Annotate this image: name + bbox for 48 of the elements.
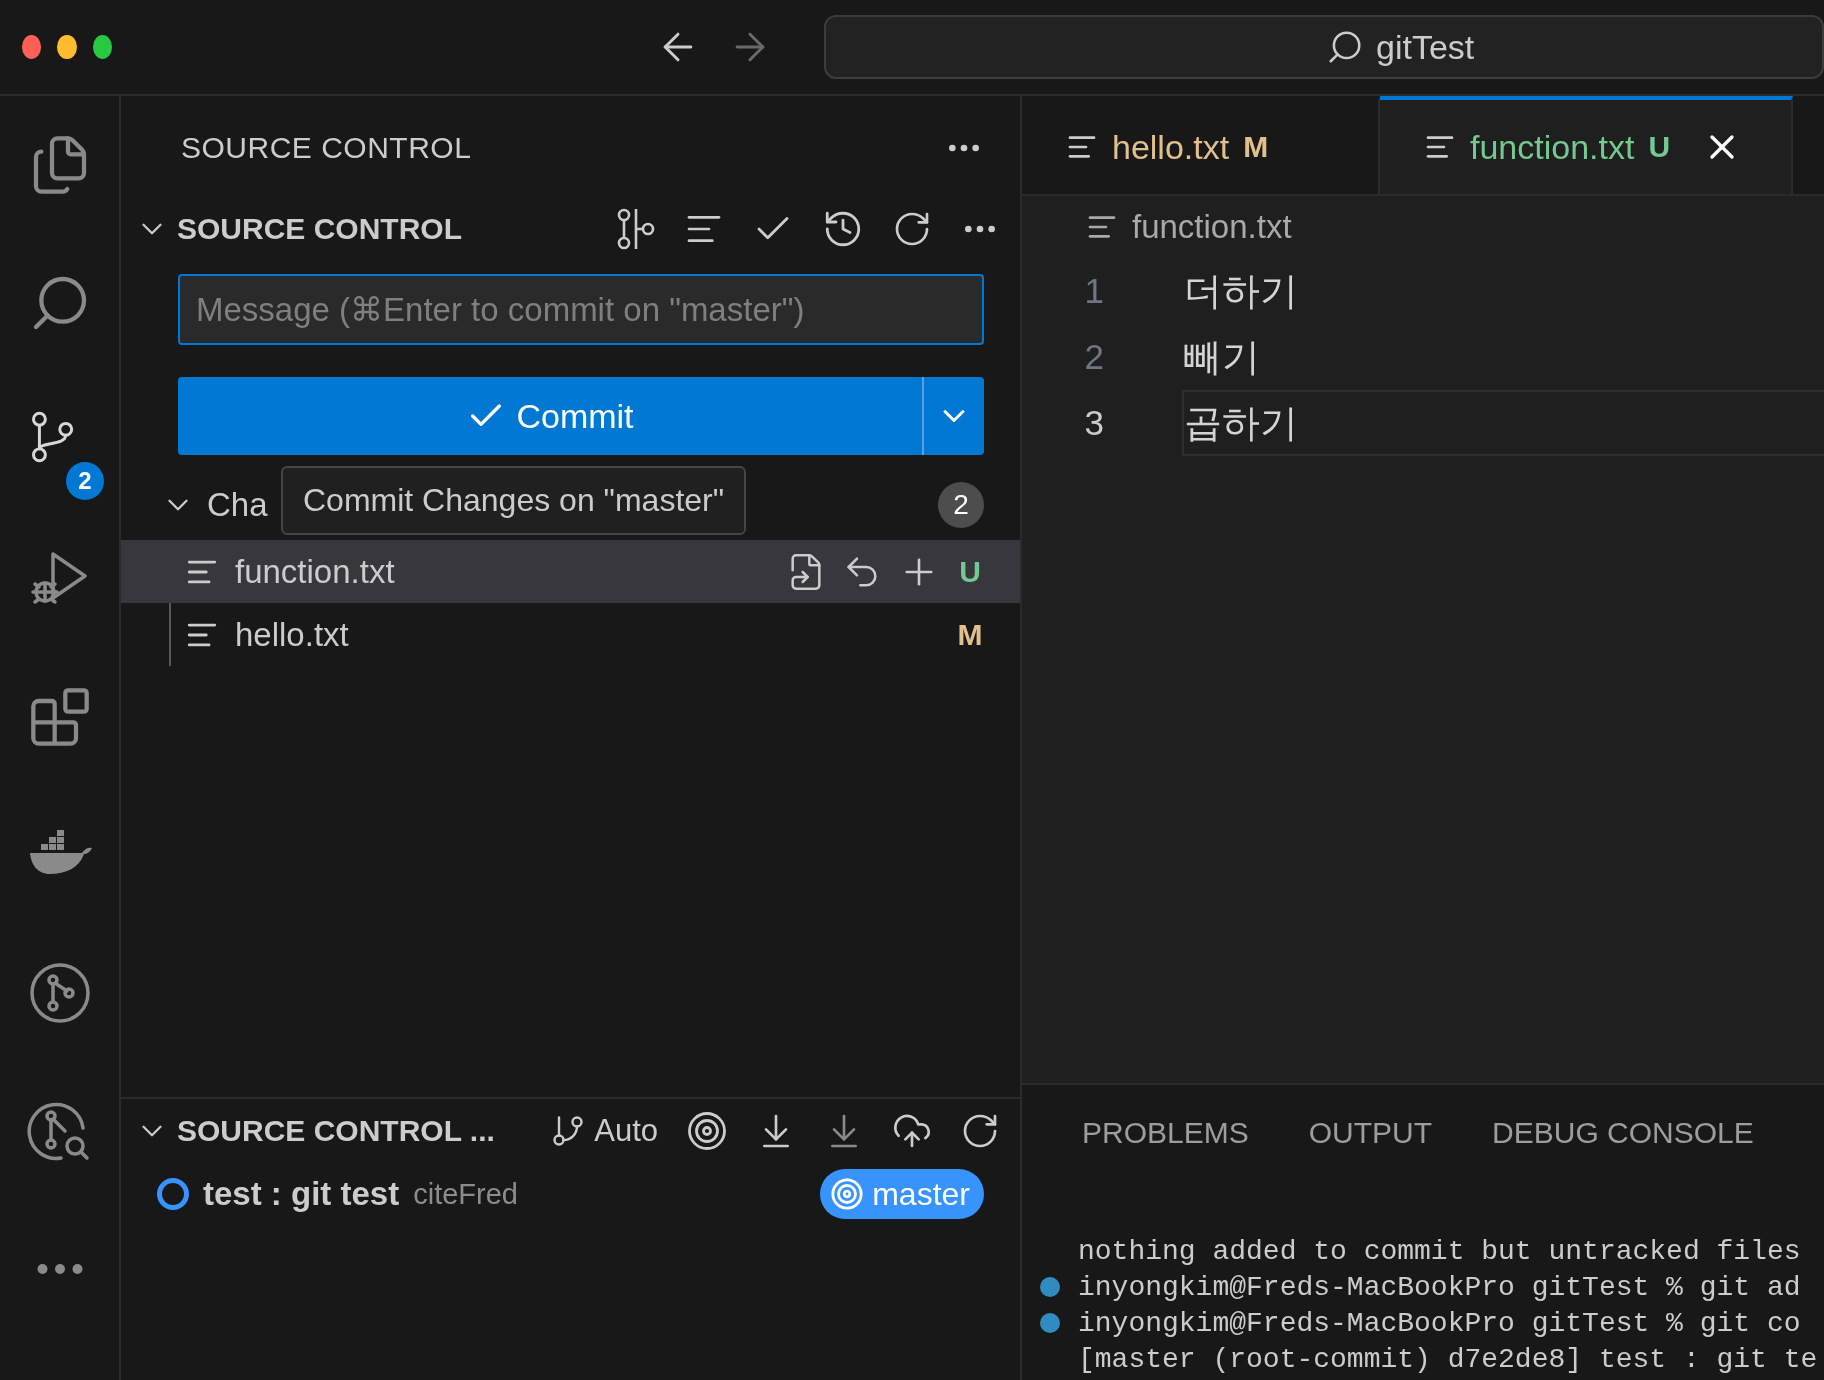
line-number: 3 [1083,403,1105,443]
window-control[interactable] [22,35,42,59]
tooltip: Commit Changes on "master" [281,466,747,535]
code-line: 빼기 [1183,334,1261,380]
section-title[interactable]: SOURCE CONTROL [177,212,588,246]
terminal-line: inyongkim@Freds-MacBookPro gitTest % git ad [1078,1271,1801,1303]
code-line: 더하기 [1183,268,1299,314]
target-icon[interactable] [686,1109,728,1152]
window-control[interactable] [57,35,77,59]
panel-tab[interactable]: DEBUG CONSOLE [1492,1116,1754,1150]
tab-name: hello.txt [1112,127,1230,167]
terminal-line: inyongkim@Freds-MacBookPro gitTest % git co [1078,1307,1801,1339]
sidebar-title: SOURCE CONTROL [181,131,472,165]
line-number: 2 [1083,337,1105,377]
file-name: function.txt [235,552,396,591]
breadcrumb[interactable]: function.txt [1132,208,1292,246]
window-control[interactable] [92,35,113,59]
file-row[interactable]: function.txt U [121,540,1020,603]
commit-message[interactable]: test : git test [203,1175,400,1213]
commit-button[interactable]: Commit [178,377,922,455]
count-badge: 2 [938,482,984,528]
section-title[interactable]: SOURCE CONTROL ... [177,1113,543,1148]
file-status: U [1648,130,1671,164]
file-status: U [958,554,982,589]
target-icon [830,1177,865,1211]
commit-author: citeFred [413,1177,519,1211]
file-name: hello.txt [235,615,350,654]
count-badge: 2 [66,462,104,500]
editor-tab[interactable]: function.txt U [1380,96,1793,194]
line-number: 1 [1083,271,1105,311]
commit-node-icon [157,1178,189,1210]
file-status: M [1243,130,1269,164]
prompt-dot-icon [1040,1313,1060,1333]
search-text: gitTest [1376,27,1475,67]
code-line: 곱하기 [1182,390,1824,456]
branch-badge: master [820,1169,984,1219]
command-center-search[interactable]: gitTest [824,15,1824,79]
file-row[interactable]: hello.txt M [121,603,1020,666]
terminal-line: [master (root-commit) d7e2de8] test : git te [1078,1343,1818,1375]
panel-tab[interactable]: PROBLEMS [1082,1116,1249,1150]
terminal-line: nothing added to commit but untracked files [1078,1235,1801,1267]
panel-tab[interactable]: OUTPUT [1308,1116,1433,1150]
prompt-dot-icon [1040,1277,1060,1297]
file-status: M [956,617,984,652]
compare-icon[interactable] [616,207,656,251]
tab-name: function.txt [1470,127,1635,167]
branch-mode-button[interactable]: Auto [550,1112,658,1149]
message-field[interactable]: Message (⌘Enter to commit on "master") [178,274,984,345]
